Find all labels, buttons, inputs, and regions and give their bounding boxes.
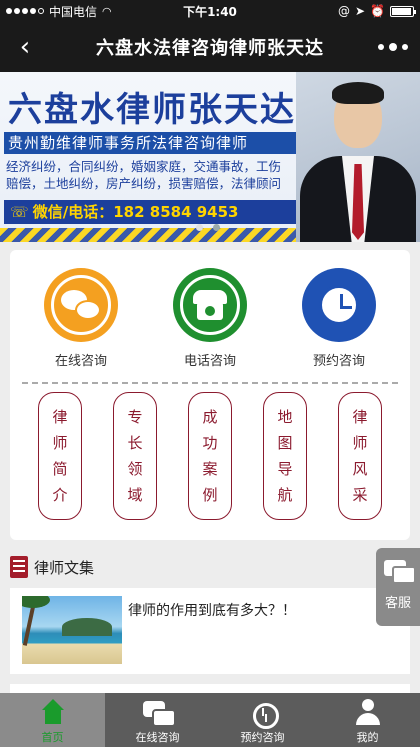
screen-lock-icon: @ [337,4,350,18]
char: 师 [52,434,68,452]
tab-label: 在线咨询 [135,731,180,744]
divider [22,382,398,384]
consult-card: 在线咨询 电话咨询 预约咨询 律 师 简 介 专 长 领 域 成 功 案 例 地 [10,250,410,540]
banner-contact-text: 微信/电话：182 8584 9453 [32,203,239,221]
book-icon [10,556,28,578]
battery-icon [390,5,416,17]
articles-section-title: 律师文集 [34,558,95,577]
lawyer-gallery-button[interactable]: 律 师 风 采 [338,392,382,520]
char: 案 [202,460,218,478]
banner-title: 六盘水律师张天达 [8,90,296,130]
char: 图 [277,434,293,452]
status-right: @ ➤ ⏰ [337,4,416,18]
article-title: 律师的作用到底有多大？！ [128,603,296,619]
tab-home[interactable]: 首页 [0,693,105,747]
tab-mine[interactable]: 我的 [315,693,420,747]
articles-section-header: 律师文集 [10,556,94,578]
tab-online-consult[interactable]: 在线咨询 [105,693,210,747]
carousel-dot[interactable] [196,224,203,231]
success-cases-button[interactable]: 成 功 案 例 [188,392,232,520]
customer-service-button[interactable]: 客服 [376,548,420,626]
phone-consult-label: 电话咨询 [183,354,236,369]
char: 领 [127,460,143,478]
chat-bubbles-icon [44,268,118,342]
page-title: 六盘水法律咨询律师张天达 [96,38,324,59]
char: 长 [127,434,143,452]
tab-label: 首页 [41,731,64,744]
list-item[interactable]: 律师的作用到底有多大？！ [10,588,410,674]
char: 导 [277,460,293,478]
carousel-indicator [196,224,220,231]
char: 例 [202,486,218,504]
home-icon [38,699,68,727]
expertise-button[interactable]: 专 长 领 域 [113,392,157,520]
telephone-icon [173,268,247,342]
status-bar: 中国电信 ◠ 下午1:40 @ ➤ ⏰ [0,0,420,22]
char: 成 [202,408,218,426]
char: 律 [352,408,368,426]
banner-services-line2: 赔偿，土地纠纷，房产纠纷，损害赔偿，法律顾问 [6,176,282,191]
customer-service-label: 客服 [384,596,411,611]
tab-label: 预约咨询 [240,731,285,744]
char: 简 [52,460,68,478]
phone-consult-button[interactable]: 电话咨询 [155,268,265,369]
banner-stripe [0,228,300,242]
tab-label: 我的 [356,731,379,744]
back-chevron-icon[interactable]: ‹ [8,30,42,64]
char: 介 [52,486,68,504]
carousel-dot[interactable] [213,224,220,231]
char: 采 [352,486,368,504]
appointment-consult-button[interactable]: 预约咨询 [284,268,394,369]
location-icon: ➤ [354,4,366,18]
article-thumbnail [22,596,122,664]
online-consult-label: 在线咨询 [54,354,107,369]
appointment-consult-label: 预约咨询 [312,354,365,369]
lawyer-profile-button[interactable]: 律 师 简 介 [38,392,82,520]
alarm-icon: ⏰ [370,4,385,18]
char: 风 [352,460,368,478]
char: 功 [202,434,218,452]
lawyer-photo [296,72,420,242]
char: 航 [277,486,293,504]
user-icon [353,699,383,727]
online-consult-button[interactable]: 在线咨询 [26,268,136,369]
char: 师 [352,434,368,452]
alarm-clock-icon [248,699,279,729]
char: 专 [127,408,143,426]
char: 律 [52,408,68,426]
banner-carousel[interactable]: 六盘水律师张天达 贵州勤维律师事务所法律咨询律师 经济纠纷，合同纠纷，婚姻家庭，… [0,72,420,242]
tab-appointment[interactable]: 预约咨询 [210,693,315,747]
char: 地 [277,408,293,426]
banner-contact: ☏ 微信/电话：182 8584 9453 [4,200,296,224]
chat-icon [142,699,176,727]
phone-icon: ☏ [10,203,29,221]
map-navigation-button[interactable]: 地 图 导 航 [263,392,307,520]
banner-services-line1: 经济纠纷，合同纠纷，婚姻家庭，交通事故，工伤 [6,159,282,174]
banner-firm: 贵州勤维律师事务所法律咨询律师 [4,132,304,154]
clock-icon [302,268,376,342]
more-dots-icon[interactable] [378,38,408,56]
char: 域 [127,486,143,504]
tab-bar: 首页 在线咨询 预约咨询 我的 [0,693,420,747]
nav-bar: ‹ 六盘水法律咨询律师张天达 [0,22,420,72]
banner-services: 经济纠纷，合同纠纷，婚姻家庭，交通事故，工伤 赔偿，土地纠纷，房产纠纷，损害赔偿… [6,158,302,192]
customer-service-icon [384,560,416,584]
